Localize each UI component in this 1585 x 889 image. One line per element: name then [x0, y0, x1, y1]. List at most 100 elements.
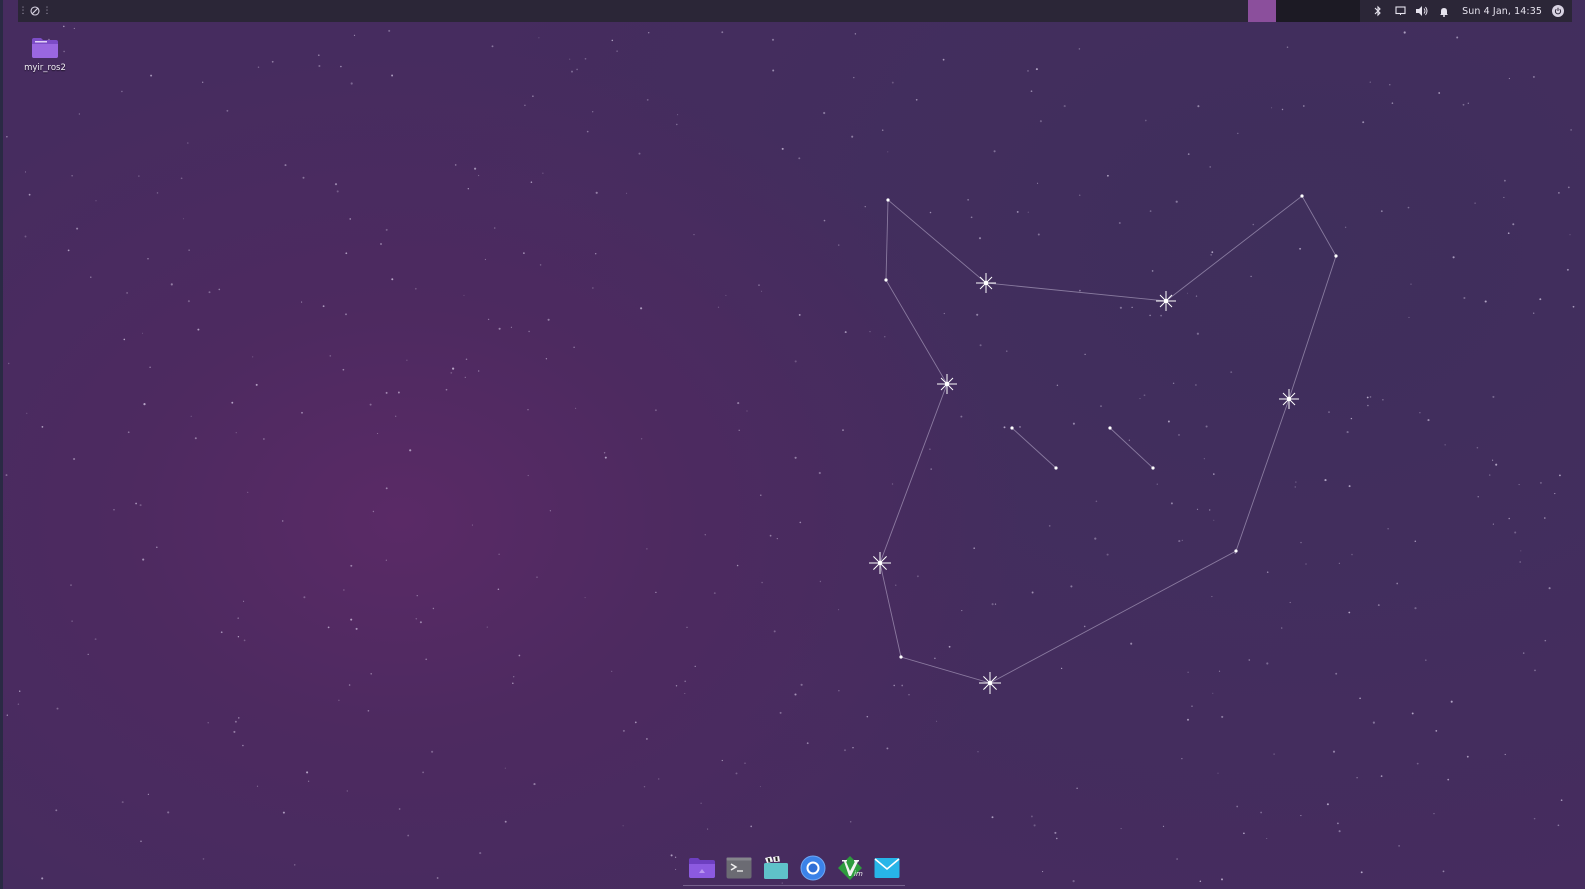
- wallpaper-dust-stars: [5, 25, 1575, 884]
- wallpaper-star: [302, 176, 305, 179]
- wallpaper-star: [700, 802, 702, 804]
- wallpaper-star: [1302, 105, 1305, 107]
- wallpaper-star: [1286, 46, 1289, 49]
- wallpaper-star: [713, 592, 716, 594]
- wallpaper-star: [675, 685, 678, 687]
- no-entry-icon[interactable]: [28, 0, 42, 22]
- wallpaper-star: [474, 167, 477, 170]
- video-editor-icon[interactable]: [761, 854, 791, 882]
- wallpaper-star: [1508, 517, 1510, 520]
- wallpaper-star: [338, 699, 340, 702]
- wallpaper-star: [586, 130, 589, 133]
- wallpaper-star: [94, 638, 97, 641]
- wallpaper-star: [1139, 398, 1141, 400]
- wallpaper-star: [1382, 398, 1384, 401]
- wallpaper-star: [542, 172, 544, 174]
- mail-icon[interactable]: [872, 854, 902, 882]
- wallpaper-star: [758, 284, 760, 286]
- desktop-folder-myir-ros2[interactable]: myir_ros2: [20, 36, 70, 84]
- constellation-star-bright: [979, 672, 1001, 694]
- wallpaper-star: [799, 521, 802, 524]
- wallpaper-star: [991, 816, 994, 819]
- wallpaper-star: [432, 607, 435, 610]
- svg-text:im: im: [854, 870, 863, 878]
- wallpaper-star: [416, 595, 418, 597]
- wallpaper-star: [1056, 384, 1059, 386]
- workspace-4[interactable]: [1332, 0, 1361, 22]
- wallpaper-star: [684, 680, 687, 683]
- wallpaper-star: [1210, 253, 1213, 256]
- wallpaper-star: [202, 81, 204, 83]
- wallpaper-star: [852, 746, 854, 749]
- wallpaper-star: [1030, 90, 1033, 93]
- wallpaper-star: [838, 244, 840, 246]
- wallpaper-star: [1532, 75, 1535, 78]
- wallpaper-star: [1076, 787, 1078, 789]
- wallpaper-star: [1048, 525, 1051, 527]
- wallpaper-star: [1492, 523, 1494, 525]
- wallpaper-star: [864, 206, 866, 208]
- wallpaper-star: [1187, 153, 1190, 155]
- wallpaper-star: [1508, 77, 1511, 80]
- wallpaper-star: [121, 801, 124, 804]
- wallpaper-star: [1162, 825, 1165, 828]
- wallpaper-star: [1492, 459, 1494, 461]
- wallpaper-star: [1039, 120, 1042, 123]
- wallpaper-star: [693, 233, 695, 236]
- browser-icon[interactable]: [798, 854, 828, 882]
- workspace-1[interactable]: [1248, 0, 1277, 22]
- wallpaper-star: [1060, 667, 1063, 670]
- wallpaper-star: [1178, 433, 1180, 436]
- wallpaper-star: [1196, 332, 1199, 335]
- wallpaper-star: [622, 729, 625, 732]
- wallpaper-star: [527, 409, 529, 411]
- wallpaper-star: [445, 388, 448, 391]
- wallpaper-star: [409, 449, 412, 452]
- wallpaper-star: [1416, 762, 1419, 765]
- wallpaper-star: [372, 510, 375, 513]
- vim-icon[interactable]: im: [835, 854, 865, 882]
- wallpaper-star: [55, 809, 58, 812]
- clock[interactable]: Sun 4 Jan, 14:35: [1462, 6, 1542, 17]
- wallpaper-star: [1356, 777, 1358, 779]
- wallpaper-star: [345, 313, 347, 316]
- wallpaper-star: [336, 190, 339, 193]
- panel-drag-handle-2[interactable]: ⋮: [42, 0, 52, 22]
- wallpaper-star: [156, 546, 158, 549]
- wallpaper-star: [942, 58, 945, 61]
- power-icon[interactable]: [1552, 5, 1564, 17]
- wallpaper-star: [395, 415, 397, 417]
- files-icon[interactable]: [687, 854, 717, 882]
- wallpaper-star: [891, 483, 894, 485]
- volume-icon[interactable]: [1412, 0, 1432, 22]
- wallpaper-star: [604, 456, 607, 459]
- wallpaper-star: [1560, 799, 1563, 802]
- wallpaper-star: [1084, 353, 1086, 356]
- display-icon[interactable]: [1390, 0, 1410, 22]
- wallpaper-star: [1273, 753, 1275, 755]
- wallpaper-star: [1344, 226, 1347, 229]
- wallpaper-star: [1427, 419, 1430, 422]
- wallpaper-star: [1217, 772, 1219, 774]
- wallpaper-star: [498, 327, 501, 330]
- panel-drag-handle[interactable]: ⋮: [18, 0, 28, 22]
- workspace-3[interactable]: [1304, 0, 1333, 22]
- wallpaper-star: [1372, 721, 1375, 724]
- wallpaper-star: [1107, 174, 1109, 177]
- wallpaper-star: [638, 152, 641, 155]
- wallpaper-star: [670, 854, 673, 857]
- wallpaper-star: [322, 305, 325, 308]
- dock-indicator-line: [683, 885, 905, 886]
- terminal-icon[interactable]: [724, 854, 754, 882]
- workspace-2[interactable]: [1276, 0, 1305, 22]
- notification-bell-icon[interactable]: [1434, 0, 1454, 22]
- wallpaper-star: [349, 218, 351, 220]
- wallpaper-star: [1572, 305, 1575, 308]
- wallpaper-star: [1305, 563, 1307, 565]
- wallpaper-star: [611, 39, 614, 42]
- wallpaper-star: [886, 747, 889, 750]
- bluetooth-icon[interactable]: [1368, 0, 1388, 22]
- wallpaper-star: [415, 618, 418, 620]
- wallpaper-star: [524, 104, 526, 107]
- wallpaper-star: [1351, 553, 1353, 556]
